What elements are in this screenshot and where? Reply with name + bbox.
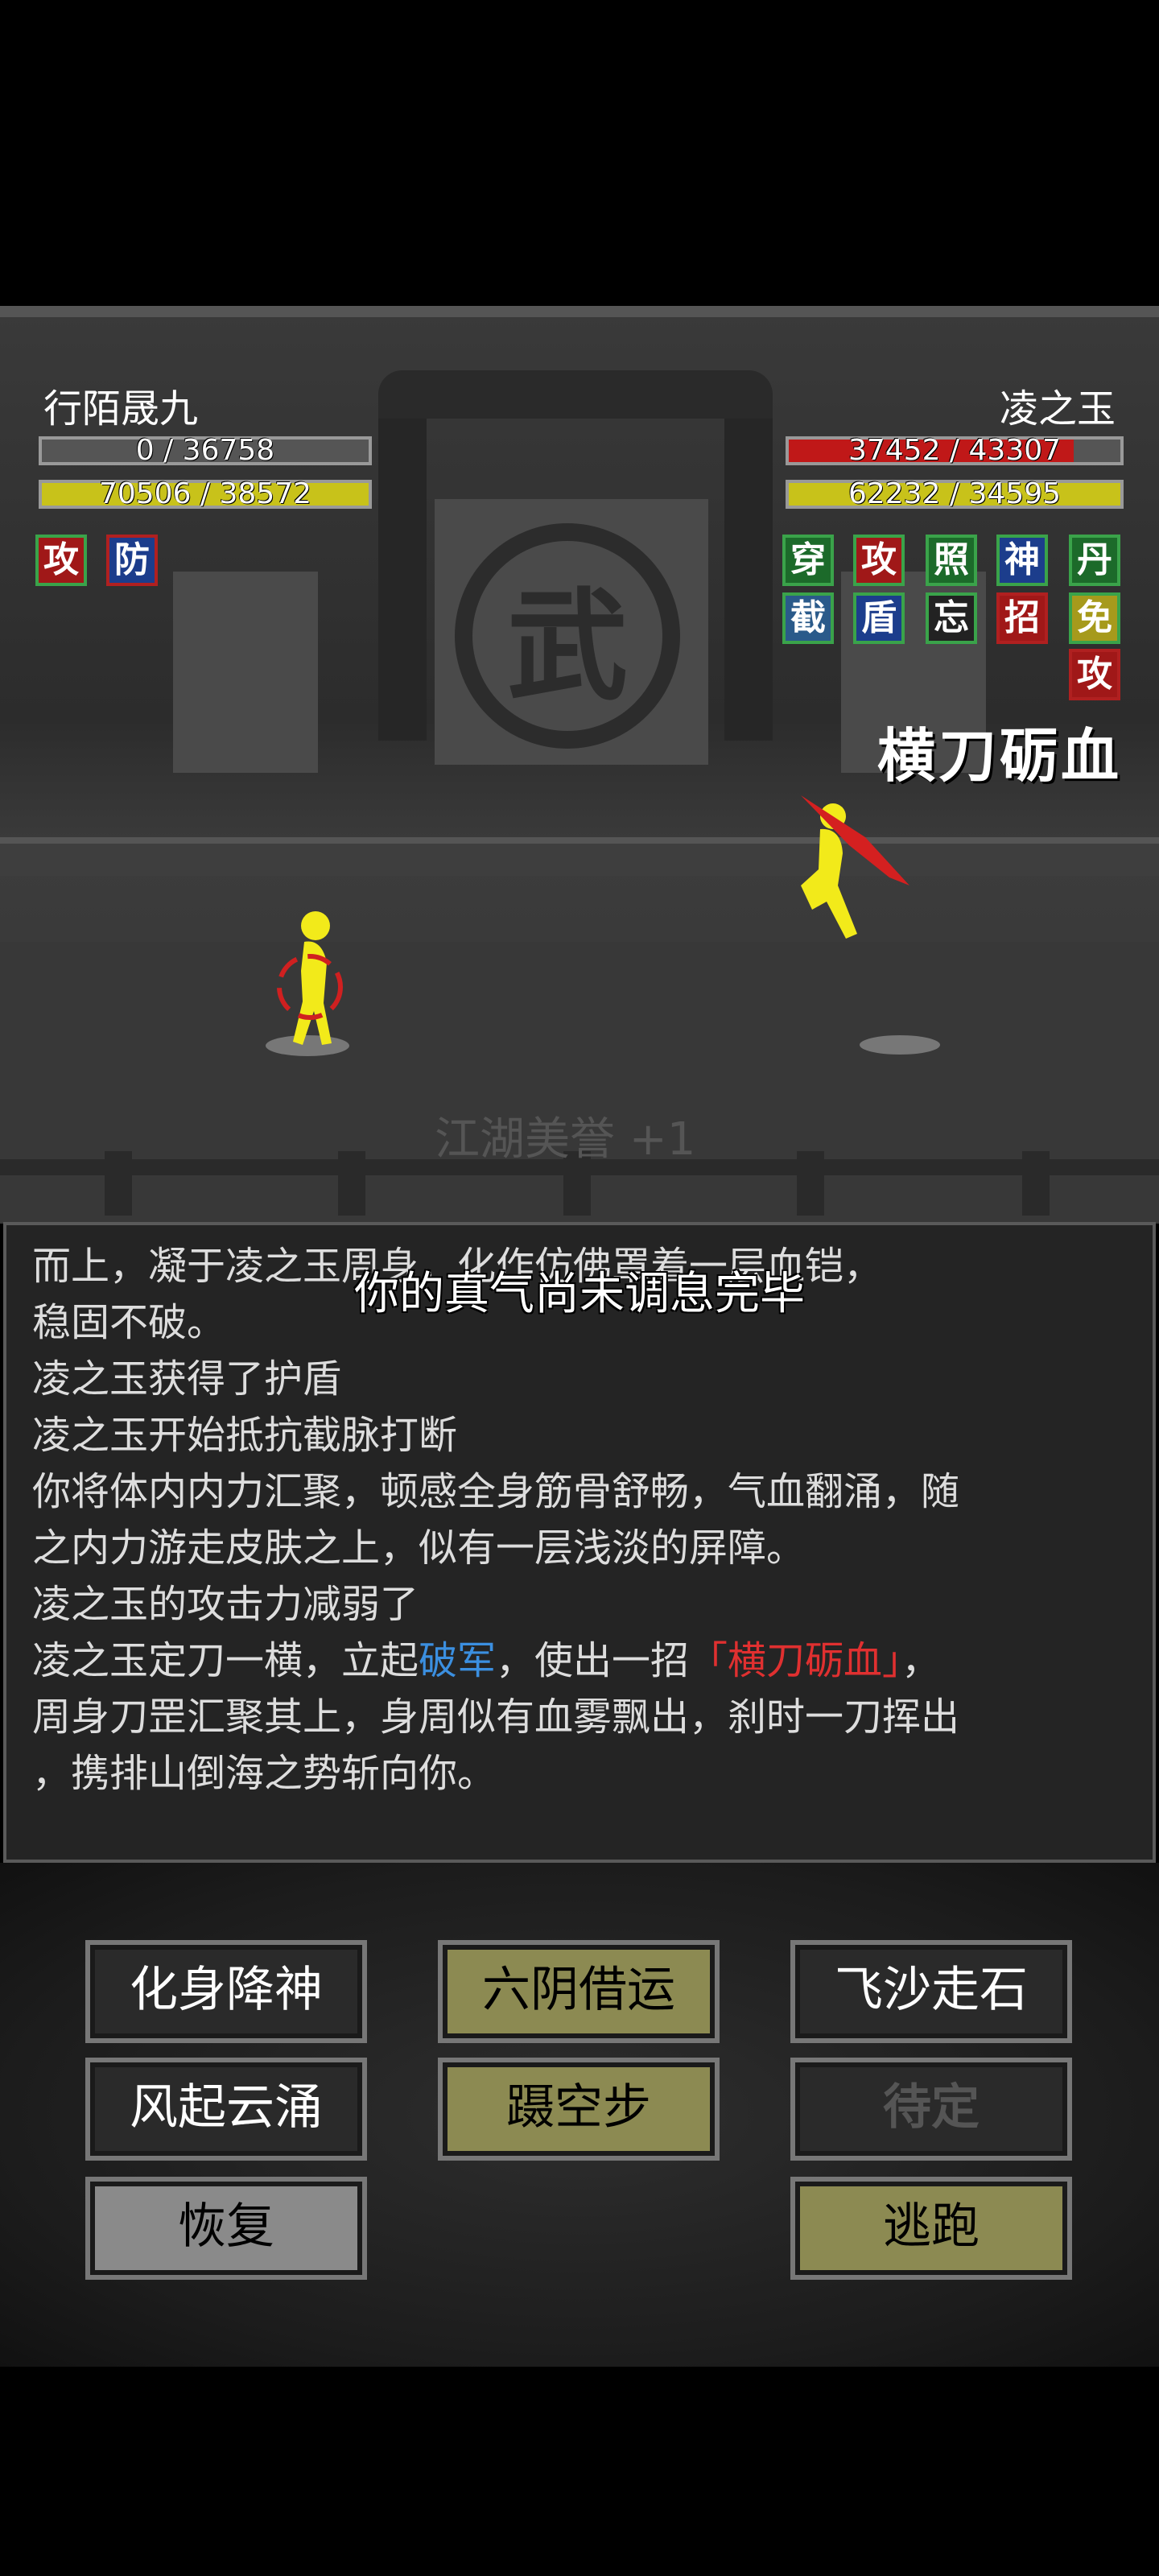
enemy-buff-spirit: 神: [996, 535, 1048, 586]
skill-button-2[interactable]: 六阴借运: [438, 1940, 720, 2043]
enemy-hp-bar: 37452 / 43307: [786, 436, 1124, 465]
log-keyword-pojun: 破军: [419, 1638, 497, 1683]
enemy-buff-attack: 攻: [853, 535, 905, 586]
log-line: 周身刀罡汇聚其上，身周似有血雾飘出，刹时一刀挥出: [32, 1695, 960, 1740]
log-skill-highlight: 「横刀砺血」: [689, 1638, 902, 1683]
player-mp-text: 70506 / 38572: [98, 477, 312, 510]
skill-button-3[interactable]: 飞沙走石: [790, 1940, 1072, 2043]
enemy-buff-immune: 免: [1069, 592, 1120, 644]
enemy-buff-pierce: 穿: [782, 535, 834, 586]
log-text: 凌之玉定刀一横，立起: [32, 1638, 419, 1683]
log-text: ，使出一招: [496, 1638, 690, 1683]
player-buff-attack: 攻: [35, 535, 87, 586]
player-name: 行陌晟九: [43, 386, 199, 431]
log-line: 凌之玉开始抵抗截脉打断: [32, 1413, 458, 1458]
enemy-buff-shield: 盾: [853, 592, 905, 644]
enemy-mp-bar: 62232 / 34595: [786, 480, 1124, 509]
log-line: 凌之玉获得了护盾: [32, 1356, 342, 1402]
log-line: 凌之玉定刀一横，立起破军，使出一招「横刀砺血」，: [32, 1633, 1135, 1689]
skill-button-4[interactable]: 风起云涌: [85, 2058, 367, 2161]
player-hp-text: 0 / 36758: [135, 434, 275, 467]
player-mp-bar: 70506 / 38572: [39, 480, 372, 509]
rail-post: [797, 1151, 824, 1216]
gate-post-left: [378, 419, 427, 741]
honor-gain-text: 江湖美誉 +1: [435, 1113, 696, 1166]
enemy-name: 凌之玉: [999, 386, 1116, 431]
log-line: 凌之玉的攻击力减弱了: [32, 1582, 419, 1627]
log-cut-line: [32, 1225, 1135, 1238]
player-buff-defense: 防: [106, 535, 158, 586]
enemy-shadow: [860, 1035, 940, 1055]
command-panel: 化身降神 六阴借运 飞沙走石 风起云涌 蹑空步 待定 恢复 逃跑: [0, 1863, 1159, 2367]
fence: [0, 837, 1159, 876]
enemy-skill-name: 横刀砺血: [876, 721, 1122, 790]
log-text: ，: [901, 1638, 941, 1683]
skill-button-5[interactable]: 蹑空步: [438, 2058, 720, 2161]
log-line: 你将体内内力汇聚，顿感全身筋骨舒畅，气血翻涌，随: [32, 1469, 960, 1514]
rail-post: [105, 1151, 132, 1216]
wu-plaque: 武: [455, 523, 680, 749]
enemy-buff-forget: 忘: [926, 592, 977, 644]
banner-left: [173, 572, 318, 773]
skill-button-empty: 待定: [790, 2058, 1072, 2161]
gate-roof: [378, 370, 773, 419]
enemy-hp-text: 37452 / 43307: [848, 434, 1062, 467]
enemy-buff-intercept: 截: [782, 592, 834, 644]
gate-post-right: [724, 419, 773, 741]
recover-button[interactable]: 恢复: [85, 2177, 367, 2280]
player-hp-bar: 0 / 36758: [39, 436, 372, 465]
enemy-fighter-sprite: [801, 795, 909, 939]
skill-button-1[interactable]: 化身降神: [85, 1940, 367, 2043]
enemy-mp-text: 62232 / 34595: [848, 477, 1062, 510]
flee-button[interactable]: 逃跑: [790, 2177, 1072, 2280]
enemy-buff-illuminate: 照: [926, 535, 977, 586]
enemy-buff-pill: 丹: [1069, 535, 1120, 586]
rail-post: [1022, 1151, 1050, 1216]
bottom-black-bar: [0, 2367, 1159, 2576]
log-line: 之内力游走皮肤之上，似有一层浅淡的屏障。: [32, 1525, 806, 1571]
enemy-buff-attack-2: 攻: [1069, 649, 1120, 700]
rail-post: [338, 1151, 365, 1216]
stage-edge: [0, 306, 1159, 317]
top-black-bar: [0, 0, 1159, 306]
player-fighter-sprite: [277, 911, 343, 1045]
log-line: ，携排山倒海之势斩向你。: [32, 1751, 497, 1796]
enemy-buff-move: 招: [996, 592, 1048, 644]
toast-message: 你的真气尚未调息完毕: [354, 1268, 805, 1320]
